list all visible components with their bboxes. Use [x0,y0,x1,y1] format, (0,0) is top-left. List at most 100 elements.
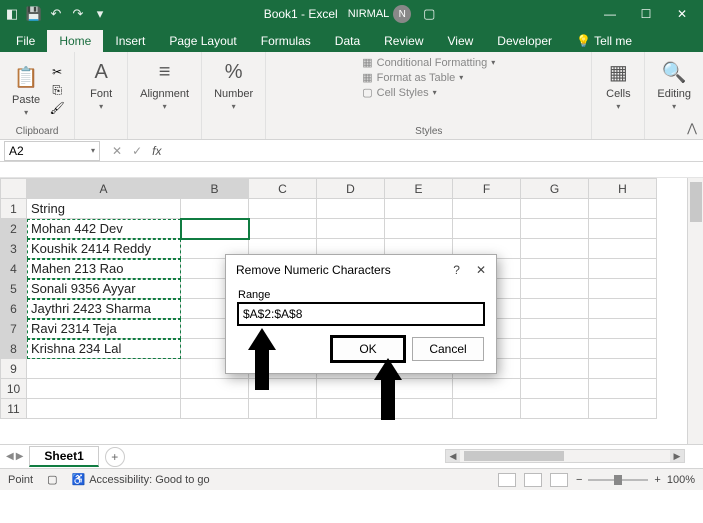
cell[interactable]: Koushik 2414 Reddy [27,239,181,259]
chevron-down-icon: ▾ [672,102,676,111]
format-painter-icon[interactable]: 🖌 [48,100,66,116]
tab-tellme[interactable]: 💡 Tell me [564,30,644,52]
tab-review[interactable]: Review [372,30,435,52]
user-name: NIRMAL [348,8,390,20]
scroll-thumb[interactable] [690,182,702,222]
col-header-G[interactable]: G [521,179,589,199]
range-input[interactable] [238,303,484,325]
window-title: Book1 - Excel NIRMAL N ▢ [108,5,593,23]
close-button[interactable]: ✕ [665,2,699,26]
row-header[interactable]: 4 [1,259,27,279]
zoom-out-icon[interactable]: − [576,474,582,486]
paste-button[interactable]: 📋 Paste ▾ [8,62,44,119]
row-header[interactable]: 5 [1,279,27,299]
font-button[interactable]: A Font ▾ [83,56,119,113]
row-header[interactable]: 10 [1,379,27,399]
sheet-nav[interactable]: ◀▶ [0,451,29,462]
col-header-F[interactable]: F [453,179,521,199]
add-sheet-button[interactable]: + [105,447,125,467]
save-icon[interactable]: 💾 [26,6,42,22]
cell-styles-button[interactable]: ▢Cell Styles ▾ [362,86,436,99]
row-header[interactable]: 6 [1,299,27,319]
col-header-B[interactable]: B [181,179,249,199]
redo-icon[interactable]: ↷ [70,6,86,22]
autosave-icon[interactable]: ◧ [4,6,20,22]
qat-dropdown-icon[interactable]: ▾ [92,6,108,22]
scroll-right-icon[interactable]: ▶ [670,450,684,462]
row-header[interactable]: 9 [1,359,27,379]
col-header-C[interactable]: C [249,179,317,199]
row-header[interactable]: 3 [1,239,27,259]
row-header[interactable]: 8 [1,339,27,359]
dialog-close-icon[interactable]: ✕ [476,263,486,277]
col-header-H[interactable]: H [589,179,657,199]
enter-formula-icon[interactable]: ✓ [132,144,142,158]
page-break-view-button[interactable] [550,473,568,487]
tab-home[interactable]: Home [47,30,103,52]
tab-file[interactable]: File [4,30,47,52]
cell[interactable]: Sonali 9356 Ayyar [27,279,181,299]
macro-record-icon[interactable]: ▢ [47,473,57,486]
zoom-slider[interactable] [588,479,648,481]
collapse-ribbon-icon[interactable]: ⋀ [687,121,697,135]
tab-formulas[interactable]: Formulas [249,30,323,52]
cell[interactable] [181,219,249,239]
row-header[interactable]: 11 [1,399,27,419]
scroll-thumb[interactable] [464,451,564,461]
row-header[interactable]: 7 [1,319,27,339]
annotation-arrow [376,358,400,418]
col-header-A[interactable]: A [27,179,181,199]
cell[interactable]: Ravi 2314 Teja [27,319,181,339]
cell[interactable]: String [27,199,181,219]
scroll-left-icon[interactable]: ◀ [446,450,460,462]
cell[interactable] [181,199,249,219]
cell[interactable]: Mahen 213 Rao [27,259,181,279]
zoom-control[interactable]: − + 100% [576,474,695,486]
normal-view-button[interactable] [498,473,516,487]
editing-button[interactable]: 🔍 Editing ▾ [653,56,695,113]
ribbon: 📋 Paste ▾ ✂ ⎘ 🖌 Clipboard A Font ▾ ≡ Ali… [0,52,703,140]
cell[interactable]: Jaythri 2423 Sharma [27,299,181,319]
chevron-down-icon: ▾ [24,108,28,117]
status-mode: Point [8,474,33,486]
tab-view[interactable]: View [436,30,486,52]
dialog-titlebar[interactable]: Remove Numeric Characters ? ✕ [226,255,496,285]
select-all-corner[interactable] [1,179,27,199]
cell[interactable]: Mohan 442 Dev [27,219,181,239]
zoom-level[interactable]: 100% [667,474,695,486]
zoom-in-icon[interactable]: + [654,474,660,486]
name-box[interactable]: A2 ▾ [4,141,100,161]
conditional-formatting-button[interactable]: ▦Conditional Formatting ▾ [362,56,495,69]
tab-insert[interactable]: Insert [103,30,157,52]
copy-icon[interactable]: ⎘ [48,82,66,98]
alignment-button[interactable]: ≡ Alignment ▾ [136,56,193,113]
accessibility-status[interactable]: ♿ Accessibility: Good to go [71,473,209,486]
cell[interactable]: Krishna 234 Lal [27,339,181,359]
cancel-button[interactable]: Cancel [412,337,484,361]
undo-icon[interactable]: ↶ [48,6,64,22]
tab-developer[interactable]: Developer [485,30,564,52]
page-layout-view-button[interactable] [524,473,542,487]
format-as-table-button[interactable]: ▦Format as Table ▾ [362,71,463,84]
cells-button[interactable]: ▦ Cells ▾ [600,56,636,113]
cells-icon: ▦ [604,58,632,86]
tab-data[interactable]: Data [323,30,372,52]
cancel-formula-icon[interactable]: ✕ [112,144,122,158]
fx-icon[interactable]: fx [152,144,161,158]
row-header[interactable]: 2 [1,219,27,239]
col-header-E[interactable]: E [385,179,453,199]
minimize-button[interactable]: — [593,2,627,26]
quick-access-toolbar: ◧ 💾 ↶ ↷ ▾ [4,6,108,22]
vertical-scrollbar[interactable] [687,178,703,444]
number-button[interactable]: % Number ▾ [210,56,257,113]
tab-page-layout[interactable]: Page Layout [157,30,248,52]
maximize-button[interactable]: ☐ [629,2,663,26]
col-header-D[interactable]: D [317,179,385,199]
cut-icon[interactable]: ✂ [48,64,66,80]
horizontal-scrollbar[interactable]: ◀ ▶ [445,449,685,463]
ribbon-display-icon[interactable]: ▢ [421,6,437,22]
dialog-help-icon[interactable]: ? [453,263,460,277]
row-header[interactable]: 1 [1,199,27,219]
user-account[interactable]: NIRMAL N [348,5,412,23]
sheet-tab[interactable]: Sheet1 [29,446,98,467]
